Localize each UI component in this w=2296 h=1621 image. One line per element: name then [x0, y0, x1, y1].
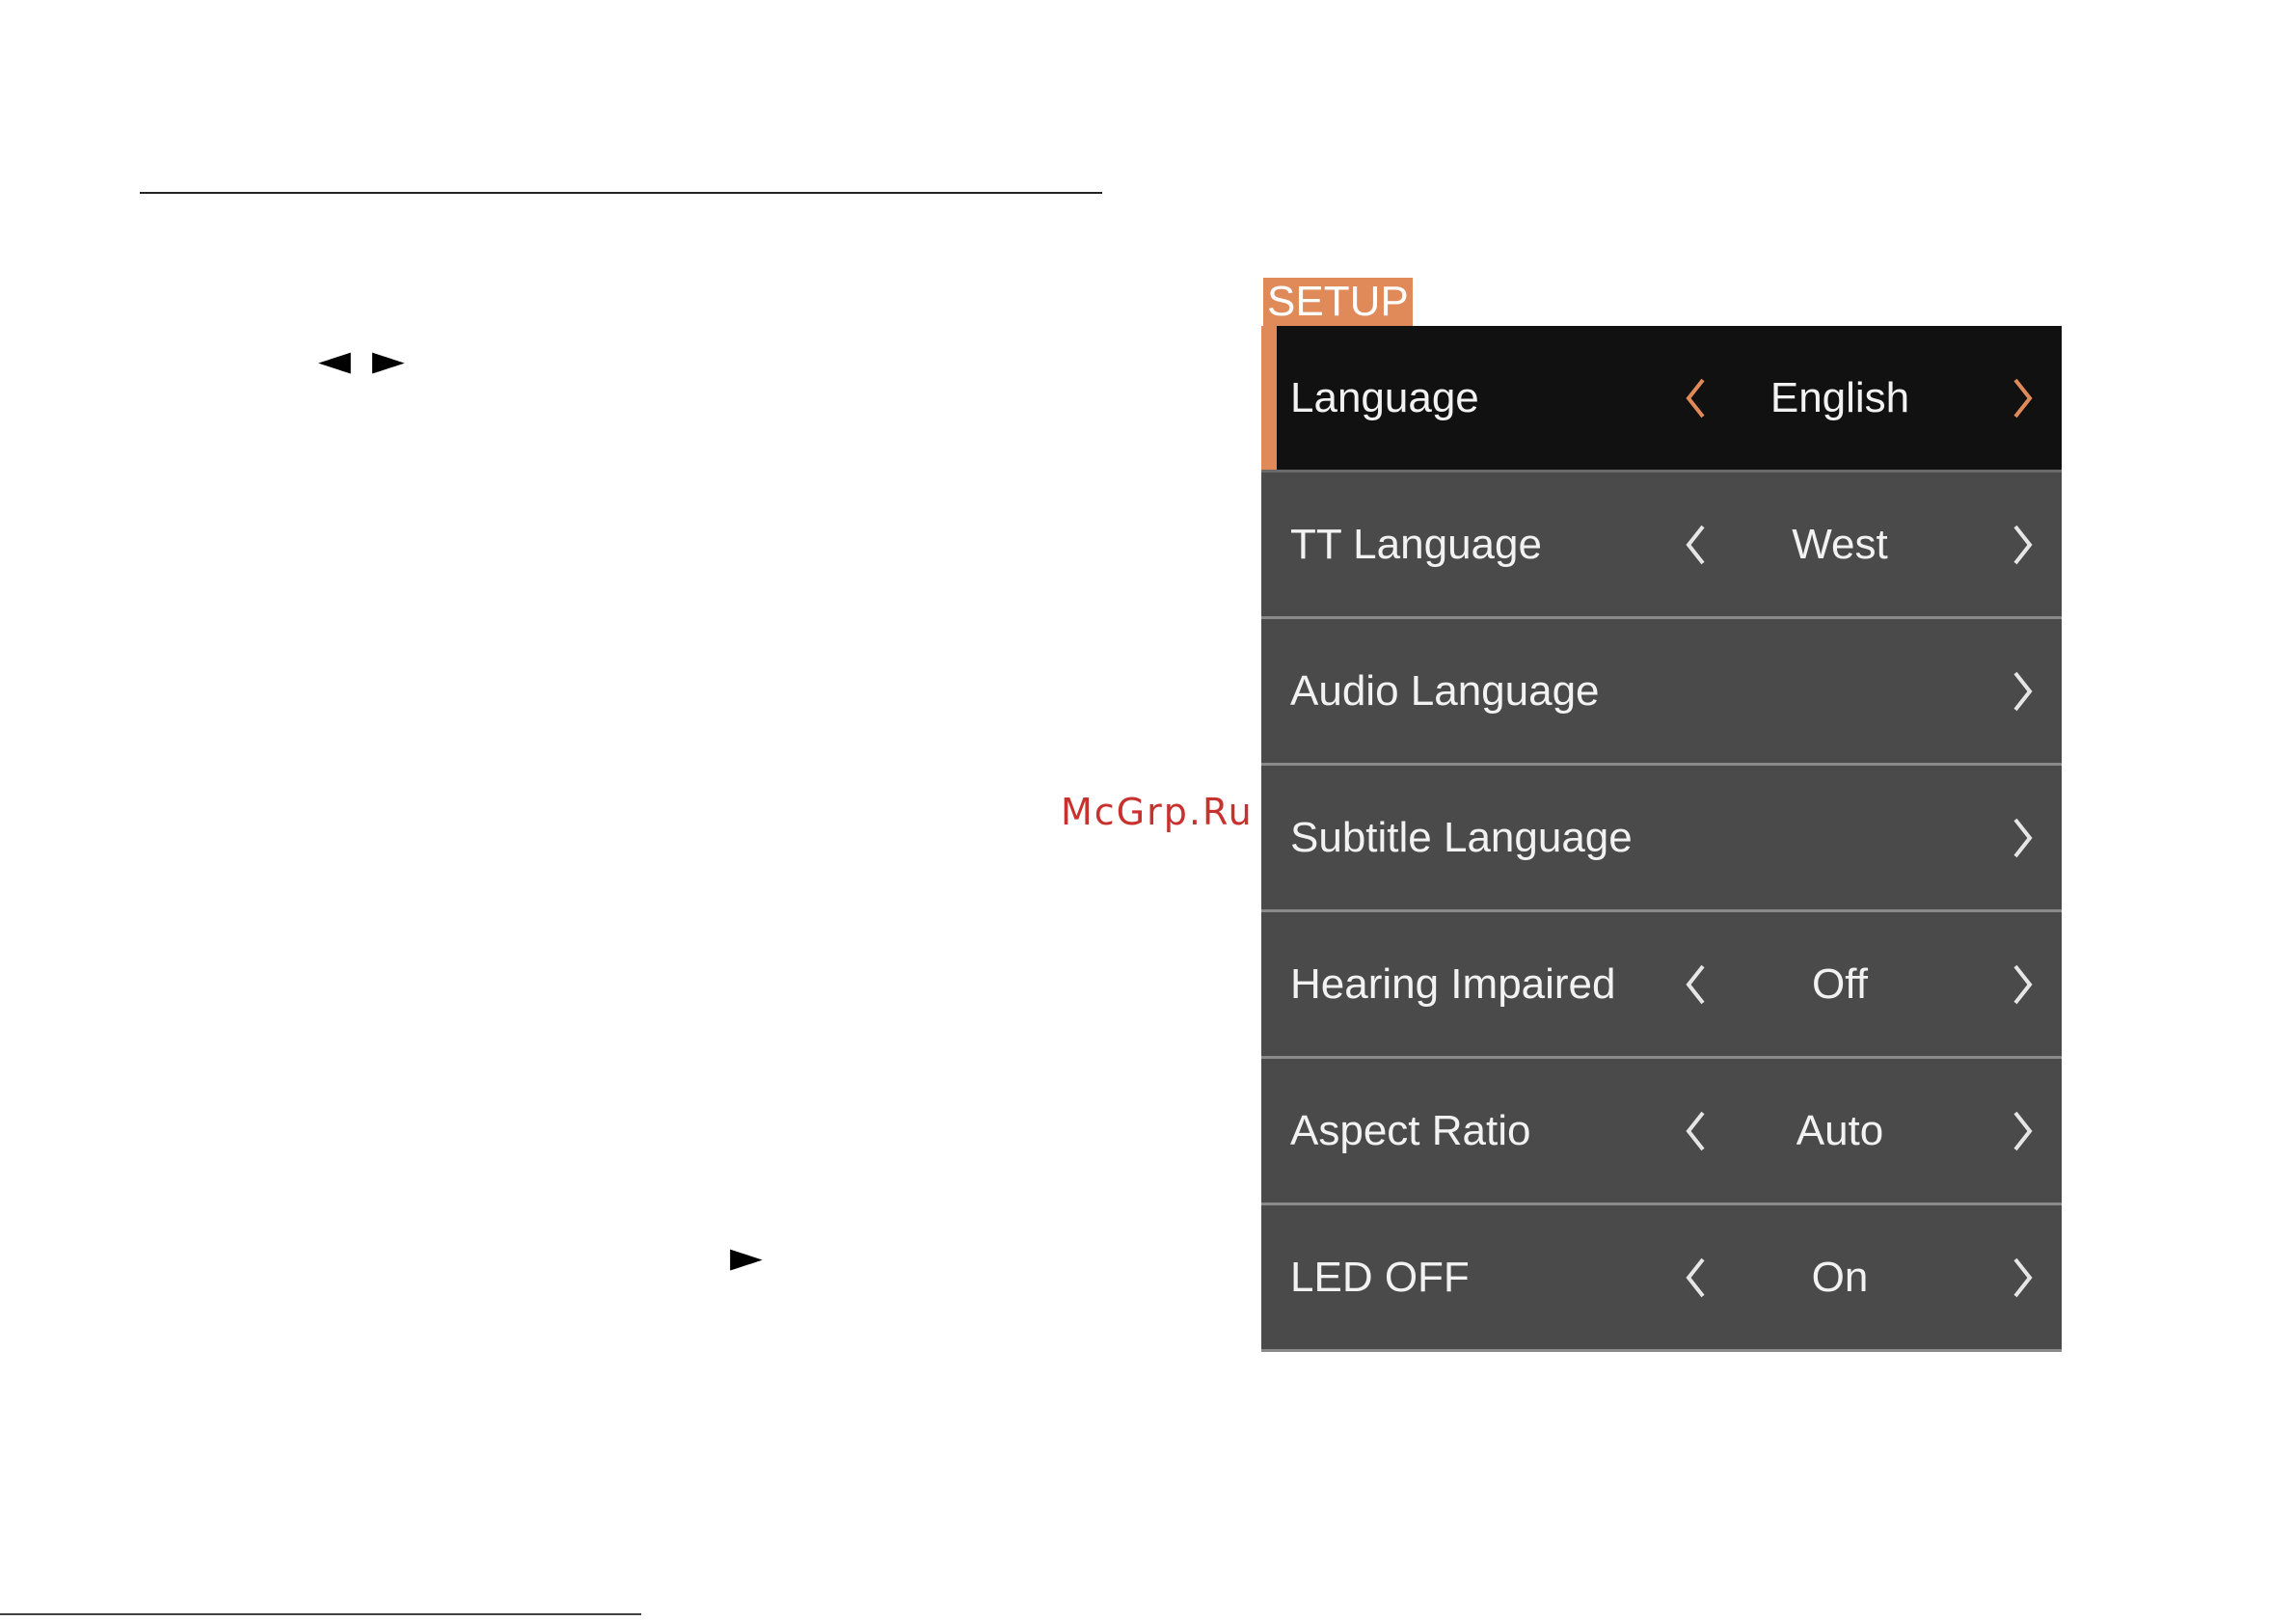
setup-tab[interactable]: SETUP — [1263, 278, 1413, 326]
menu-row-led-off[interactable]: LED OFF On — [1261, 1205, 2062, 1352]
menu-row-language[interactable]: Language English — [1261, 326, 2062, 473]
menu-row-label: LED OFF — [1290, 1254, 1470, 1301]
chevron-left-icon[interactable] — [1676, 326, 1715, 470]
menu-row-label: Aspect Ratio — [1290, 1107, 1531, 1154]
chevron-left-icon[interactable] — [1676, 1059, 1715, 1202]
chevron-right-icon[interactable] — [2004, 912, 2042, 1056]
menu-row-hearing-impaired[interactable]: Hearing Impaired Off — [1261, 912, 2062, 1059]
menu-row-value: English — [1769, 374, 1910, 421]
chevron-right-icon[interactable] — [2004, 619, 2042, 763]
menu-row-label: Subtitle Language — [1290, 814, 1633, 861]
menu-row-subtitle-language[interactable]: Subtitle Language — [1261, 766, 2062, 912]
menu-row-value: On — [1811, 1254, 1869, 1301]
menu-row-value: Off — [1812, 960, 1868, 1008]
chevron-right-icon[interactable] — [2004, 326, 2042, 470]
chevron-right-icon[interactable] — [2004, 766, 2042, 909]
chevron-right-icon[interactable] — [2004, 473, 2042, 616]
chevron-left-icon[interactable] — [1676, 912, 1715, 1056]
chevron-left-icon[interactable] — [1676, 1205, 1715, 1349]
watermark: McGrp.Ru — [1061, 791, 1254, 833]
chevron-right-icon[interactable] — [2004, 1059, 2042, 1202]
selection-indicator — [1261, 326, 1277, 470]
footer-rule — [0, 1613, 641, 1615]
manual-page: ◄ ► ► McGrp.Ru SETUP Language English TT… — [0, 0, 2296, 1621]
menu-row-label: Language — [1290, 374, 1479, 421]
menu-row-label: Hearing Impaired — [1290, 960, 1616, 1008]
menu-row-value: West — [1792, 521, 1888, 568]
menu-row-value: Auto — [1796, 1107, 1884, 1154]
left-right-arrows-icon: ◄ ► — [318, 336, 409, 385]
setup-menu: Language English TT Language West Audio … — [1261, 326, 2062, 1352]
header-rule — [140, 192, 1102, 194]
chevron-left-icon[interactable] — [1676, 473, 1715, 616]
menu-row-label: Audio Language — [1290, 667, 1600, 715]
chevron-right-icon[interactable] — [2004, 1205, 2042, 1349]
menu-row-tt-language[interactable]: TT Language West — [1261, 473, 2062, 619]
right-arrow-icon: ► — [730, 1232, 763, 1282]
menu-row-label: TT Language — [1290, 521, 1542, 568]
menu-row-aspect-ratio[interactable]: Aspect Ratio Auto — [1261, 1059, 2062, 1205]
menu-row-audio-language[interactable]: Audio Language — [1261, 619, 2062, 766]
